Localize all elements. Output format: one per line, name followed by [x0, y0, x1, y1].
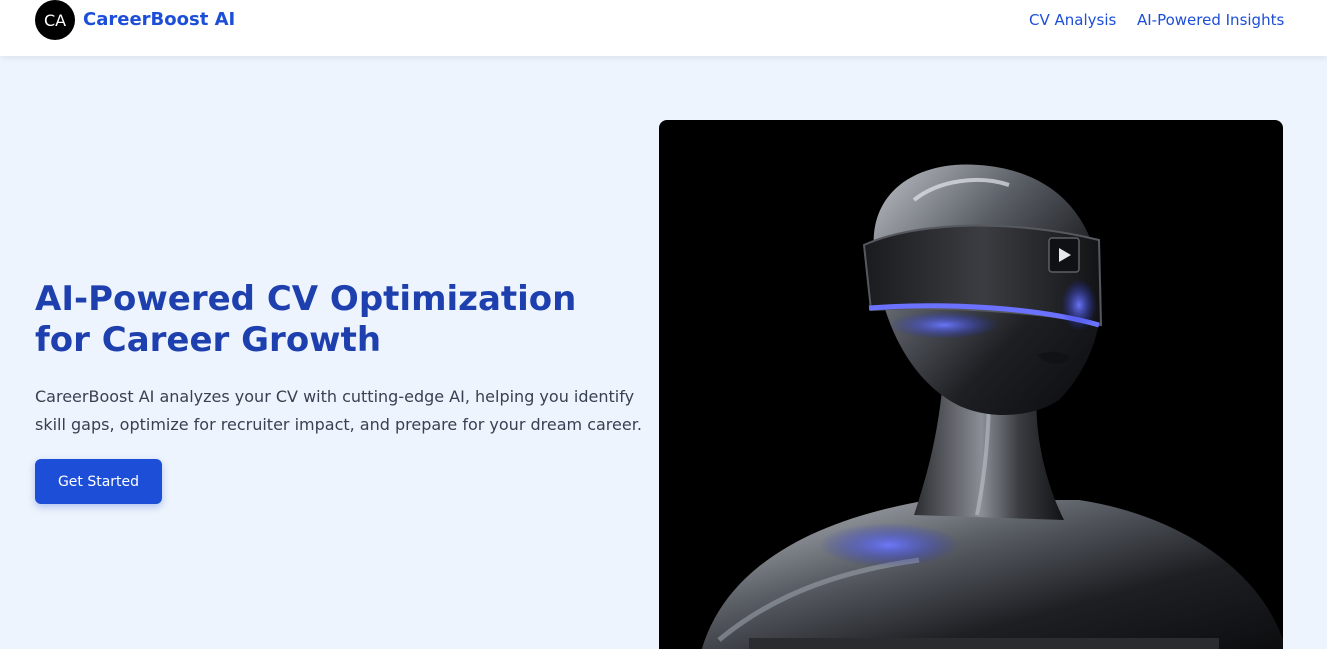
logo-text: CA [44, 11, 66, 30]
get-started-button[interactable]: Get Started [35, 459, 162, 504]
top-navbar: CA CareerBoost AI CV Analysis AI-Powered… [0, 0, 1327, 56]
ca-monogram-icon: CA [44, 11, 66, 30]
hero-title: AI-Powered CV Optimization for Career Gr… [35, 279, 577, 360]
logo-badge[interactable]: CA [35, 0, 75, 40]
nav-link-ai-insights[interactable]: AI-Powered Insights [1137, 11, 1284, 29]
hero-description: CareerBoost AI analyzes your CV with cut… [35, 387, 642, 434]
hero-image [659, 120, 1283, 649]
chrome-humanoid-illustration [701, 164, 1283, 649]
nav-link-cv-analysis[interactable]: CV Analysis [1029, 11, 1116, 29]
brand-name[interactable]: CareerBoost AI [83, 9, 235, 30]
